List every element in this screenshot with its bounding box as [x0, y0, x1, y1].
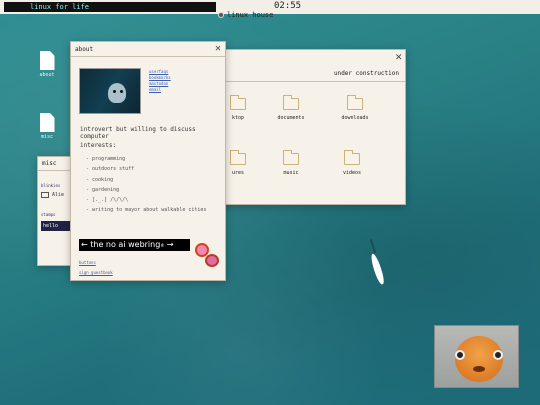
misc-item[interactable]: Alie: [38, 190, 74, 200]
under-construction-window: ✕ under construction ktop documents down…: [212, 49, 406, 205]
file-icon: [39, 51, 55, 70]
webring-prev-arrow[interactable]: ←: [81, 240, 88, 249]
folder-name: videos: [342, 170, 362, 176]
footer-links: buttons sign guestbook: [79, 258, 113, 278]
sticker-shape: [205, 254, 219, 267]
list-item: gardening: [86, 185, 206, 195]
webring-label: the no ai webring: [90, 240, 161, 249]
boat-hull: [369, 252, 386, 286]
photo-eye: [120, 90, 123, 93]
fish-mouth: [473, 366, 485, 372]
window-title: under construction: [333, 70, 399, 77]
desktop-icon-label: misc: [40, 134, 54, 140]
sailboat-image: [369, 239, 386, 289]
list-item: programming: [86, 154, 206, 164]
folder-icon: [344, 150, 360, 165]
list-item: cooking: [86, 175, 206, 185]
desktop-icon-about[interactable]: about: [33, 51, 61, 78]
folder-name: downloads: [341, 115, 369, 121]
top-banner: linux for life: [4, 2, 216, 12]
folder-icon: [230, 95, 246, 110]
folder-icon: [230, 150, 246, 165]
interests-heading: interests:: [80, 142, 117, 149]
list-item: [._.] /\/\/\: [86, 195, 206, 205]
about-window: about ✕ userfaqs bookmarks mastodon emai…: [70, 41, 226, 281]
photo-eye: [113, 90, 116, 93]
desktop-icon-misc[interactable]: misc: [33, 113, 61, 140]
clock: 02:55: [274, 1, 302, 11]
webring-banner[interactable]: ← the no ai webring® →: [79, 239, 190, 251]
window-title: about: [75, 46, 94, 53]
tagline: introvert but willing to discuss compute…: [80, 126, 196, 140]
folder-documents[interactable]: documents: [266, 95, 316, 121]
link-buttons[interactable]: buttons: [79, 258, 113, 268]
list-item: outdoors stuff: [86, 164, 206, 174]
interests-list: programming outdoors stuff cooking garde…: [86, 154, 206, 216]
close-icon[interactable]: ✕: [395, 51, 402, 62]
kirby-sticker-icon: [195, 243, 221, 269]
list-item: writing to mayor about walkable cities: [86, 205, 206, 215]
link-email[interactable]: email: [149, 87, 171, 93]
location-label: linux house: [227, 11, 274, 19]
window-header: ✕ under construction: [213, 50, 405, 82]
misc-item-label: Alie: [52, 192, 65, 198]
folder-icon: [347, 95, 363, 110]
desktop-icon-label: about: [39, 72, 55, 78]
computer-icon: [41, 192, 49, 198]
file-icon: [39, 113, 55, 132]
registered-mark: ®: [160, 243, 165, 248]
photo-figure: [108, 83, 126, 103]
misc-section-stamps: stamps: [41, 212, 56, 217]
about-links: userfaqs bookmarks mastodon email: [149, 69, 171, 93]
folder-name: music: [283, 170, 299, 176]
misc-section-blinkies: blinkies: [41, 183, 61, 188]
hello-badge[interactable]: hello: [41, 221, 71, 231]
profile-photo: [79, 68, 141, 114]
close-icon[interactable]: ✕: [215, 44, 221, 54]
webring-next-arrow[interactable]: →: [167, 240, 174, 249]
link-sign-guestbook[interactable]: sign guestbook: [79, 268, 113, 278]
folder-videos[interactable]: videos: [327, 150, 377, 176]
folder-downloads[interactable]: downloads: [330, 95, 380, 121]
folder-music[interactable]: music: [266, 150, 316, 176]
about-titlebar: about ✕: [71, 42, 225, 57]
folder-icon: [283, 95, 299, 110]
fish-widget[interactable]: [434, 325, 519, 388]
folder-name: documents: [277, 115, 305, 121]
location-indicator: linux house: [218, 11, 273, 19]
folder-icon: [283, 150, 299, 165]
fish-eye: [455, 350, 465, 360]
window-title: misc: [38, 157, 74, 171]
fish-eye: [493, 350, 503, 360]
pin-icon: [218, 12, 224, 18]
